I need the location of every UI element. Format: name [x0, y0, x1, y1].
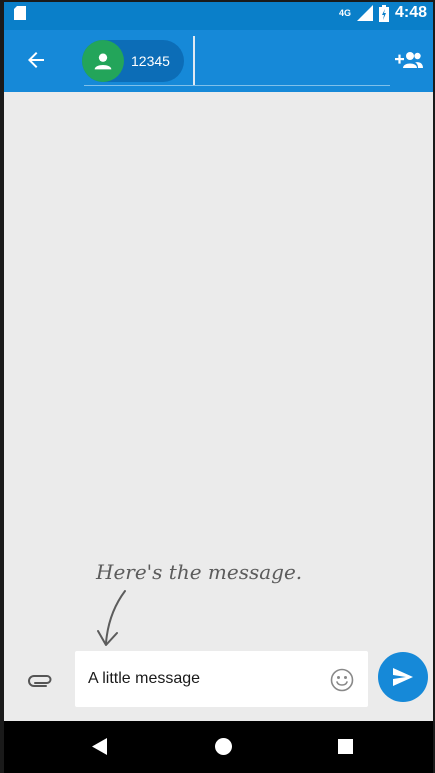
- home-circle-icon[interactable]: [215, 738, 232, 755]
- status-right: 4G 4:48: [339, 4, 427, 22]
- recipient-field-underline[interactable]: [84, 85, 390, 86]
- annotation-arrow-icon: [97, 590, 126, 646]
- send-button[interactable]: [378, 652, 428, 702]
- group-add-icon[interactable]: [395, 49, 423, 71]
- person-icon: [94, 53, 112, 70]
- smiley-icon[interactable]: [330, 668, 354, 692]
- avatar: [82, 40, 124, 82]
- phone-screen: 4G 4:48 12345 Here's the message. A litt…: [0, 0, 435, 773]
- paperclip-icon[interactable]: [27, 669, 53, 689]
- message-text: A little message: [88, 670, 201, 687]
- recipient-chip[interactable]: 12345: [82, 40, 184, 82]
- back-triangle-icon[interactable]: [92, 738, 107, 755]
- battery-icon: [378, 4, 389, 22]
- message-compose-field[interactable]: A little message: [75, 651, 368, 707]
- annotation-text: Here's the message.: [96, 560, 303, 584]
- app-bar: 12345: [4, 30, 433, 92]
- network-type: 4G: [338, 8, 351, 18]
- recipient-number: 12345: [131, 53, 170, 69]
- signal-icon: [356, 5, 373, 21]
- text-cursor: [193, 36, 195, 86]
- clock: 4:48: [394, 4, 427, 21]
- recents-square-icon[interactable]: [338, 739, 353, 754]
- system-navigation-bar: [4, 721, 433, 773]
- send-icon: [393, 668, 413, 686]
- sim-card-icon: [14, 6, 26, 20]
- arrow-left-icon[interactable]: [24, 48, 48, 72]
- status-bar: 4G 4:48: [4, 2, 433, 30]
